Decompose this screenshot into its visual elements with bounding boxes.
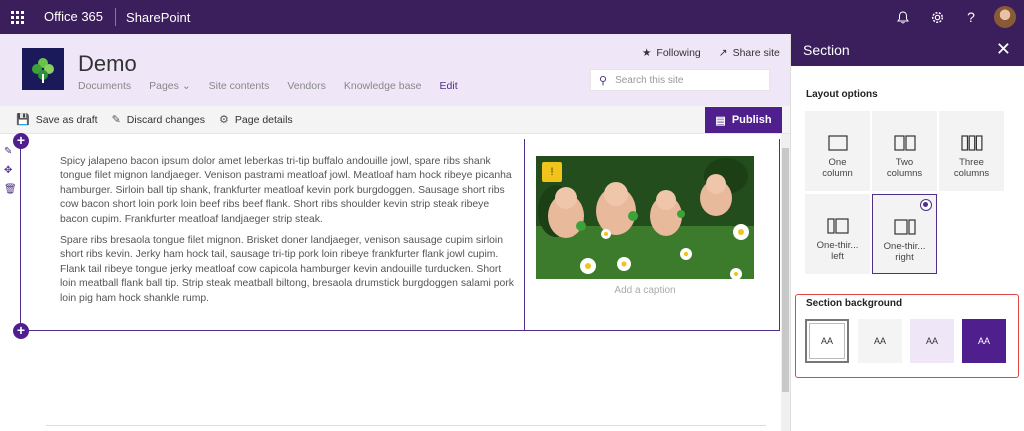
search-icon: ⚲ [599, 74, 608, 87]
section-background-heading: Section background [806, 298, 903, 309]
background-swatch-none[interactable]: AA [805, 319, 849, 363]
notifications-icon[interactable] [886, 0, 920, 34]
section-separator [46, 425, 766, 426]
save-draft-button[interactable]: 💾 Save as draft [16, 113, 98, 127]
move-section-icon[interactable]: ✥ [4, 165, 18, 176]
three-columns-icon [960, 135, 982, 151]
nav-site-contents[interactable]: Site contents [209, 80, 270, 92]
nav-edit-link[interactable]: Edit [440, 80, 458, 92]
chevron-down-icon: ⌄ [181, 80, 191, 92]
app-launcher-icon[interactable] [0, 0, 34, 34]
site-logo[interactable] [22, 48, 64, 90]
image-caption-input[interactable]: Add a caption [536, 285, 754, 296]
close-icon[interactable]: ✕ [996, 39, 1011, 60]
sharepoint-link[interactable]: SharePoint [116, 10, 190, 25]
avatar[interactable] [994, 6, 1016, 28]
site-title: Demo [78, 51, 137, 76]
help-icon[interactable]: ? [954, 0, 988, 34]
publish-button[interactable]: ▤ Publish [705, 107, 782, 133]
background-swatch-soft[interactable]: AA [910, 319, 954, 363]
share-site-button[interactable]: ↗ Share site [719, 47, 780, 59]
paragraph: Spare ribs bresaola tongue filet mignon.… [60, 235, 514, 304]
delete-section-icon[interactable]: 🗑 [4, 184, 18, 195]
panel-title: Section [803, 42, 850, 58]
layout-one-column[interactable]: One column [805, 111, 870, 191]
settings-gear-icon[interactable] [920, 0, 954, 34]
save-icon: 💾 [16, 114, 30, 126]
add-section-bottom-button[interactable]: + [13, 323, 29, 339]
gear-icon: ⚙ [219, 114, 229, 126]
panel-header: Section ✕ [791, 34, 1024, 66]
warning-icon[interactable]: ! [542, 162, 562, 182]
background-swatch-strong[interactable]: AA [962, 319, 1006, 363]
one-column-icon [827, 135, 848, 151]
section-toolbox: ✎ ✥ 🗑 [4, 146, 18, 195]
site-actions: ★ Following ↗ Share site [642, 47, 780, 59]
image-webpart[interactable] [536, 156, 754, 279]
one-third-left-icon [826, 218, 849, 234]
column-divider [524, 139, 525, 331]
layout-three-columns[interactable]: Three columns [939, 111, 1004, 191]
share-icon: ↗ [718, 47, 728, 59]
layout-one-third-right[interactable]: One-thir... right [872, 194, 937, 274]
layout-two-columns[interactable]: Two columns [872, 111, 937, 191]
office365-link[interactable]: Office 365 [34, 8, 117, 26]
scrollbar-thumb[interactable] [782, 148, 789, 392]
layout-options-heading: Layout options [806, 89, 878, 100]
text-webpart[interactable]: Spicy jalapeno bacon ipsum dolor amet le… [60, 155, 515, 313]
star-icon: ★ [642, 47, 652, 59]
search-placeholder: Search this site [615, 74, 684, 86]
nav-documents[interactable]: Documents [78, 80, 131, 92]
publish-icon: ▤ [715, 114, 726, 127]
nav-vendors[interactable]: Vendors [287, 80, 326, 92]
site-header: Demo Documents Pages ⌄ Site contents Ven… [0, 34, 790, 106]
one-third-right-icon [893, 219, 916, 235]
paragraph: Spicy jalapeno bacon ipsum dolor amet le… [60, 156, 512, 225]
page-details-button[interactable]: ⚙ Page details [219, 113, 293, 127]
discard-icon: ✎ [111, 114, 121, 126]
nav-pages[interactable]: Pages ⌄ [149, 80, 191, 92]
layout-one-third-left[interactable]: One-thir... left [805, 194, 870, 274]
nav-knowledge-base[interactable]: Knowledge base [344, 80, 422, 92]
following-button[interactable]: ★ Following [642, 47, 701, 59]
background-swatch-neutral[interactable]: AA [858, 319, 902, 363]
search-input[interactable]: ⚲ Search this site [590, 69, 770, 91]
selected-radio-icon [920, 199, 932, 211]
add-section-top-button[interactable]: + [13, 133, 29, 149]
section-panel: Section ✕ Layout options One column Two co… [790, 34, 1024, 431]
command-bar: 💾 Save as draft ✎ Discard changes ⚙ Page de… [0, 106, 790, 134]
discard-changes-button[interactable]: ✎ Discard changes [111, 113, 205, 127]
two-columns-icon [893, 135, 916, 151]
suite-bar: Office 365 SharePoint ? [0, 0, 1024, 34]
site-navigation: Documents Pages ⌄ Site contents Vendors … [78, 80, 458, 92]
